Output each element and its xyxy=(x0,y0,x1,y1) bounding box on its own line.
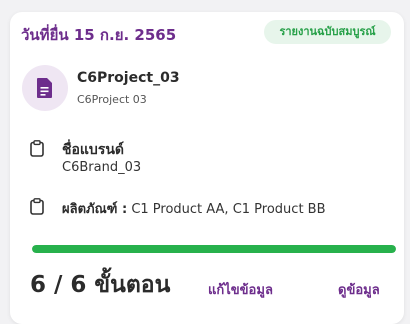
progress-fill xyxy=(32,245,396,253)
step-count: 6 / 6 ขั้นตอน xyxy=(30,272,171,298)
status-badge: รายงานฉบับสมบูรณ์ xyxy=(264,20,391,44)
product-label: ผลิตภัณฑ์ : xyxy=(62,202,128,217)
project-name: C6Project_03 xyxy=(77,70,180,86)
project-subtitle: C6Project 03 xyxy=(77,93,147,106)
clipboard-icon xyxy=(30,198,44,215)
brand-label: ชื่อแบรนด์ xyxy=(62,142,125,158)
clipboard-icon xyxy=(30,140,44,157)
submit-date: วันที่ยื่น 15 ก.ย. 2565 xyxy=(21,26,177,44)
view-data-link[interactable]: ดูข้อมูล xyxy=(338,279,380,300)
brand-value: C6Brand_03 xyxy=(62,160,142,175)
edit-data-link[interactable]: แก้ไขข้อมูล xyxy=(208,279,273,300)
project-avatar xyxy=(22,65,68,111)
document-icon xyxy=(37,78,52,98)
product-line: ผลิตภัณฑ์ : C1 Product AA, C1 Product BB xyxy=(62,198,326,219)
progress-bar xyxy=(32,245,396,253)
product-value: C1 Product AA, C1 Product BB xyxy=(131,202,326,217)
